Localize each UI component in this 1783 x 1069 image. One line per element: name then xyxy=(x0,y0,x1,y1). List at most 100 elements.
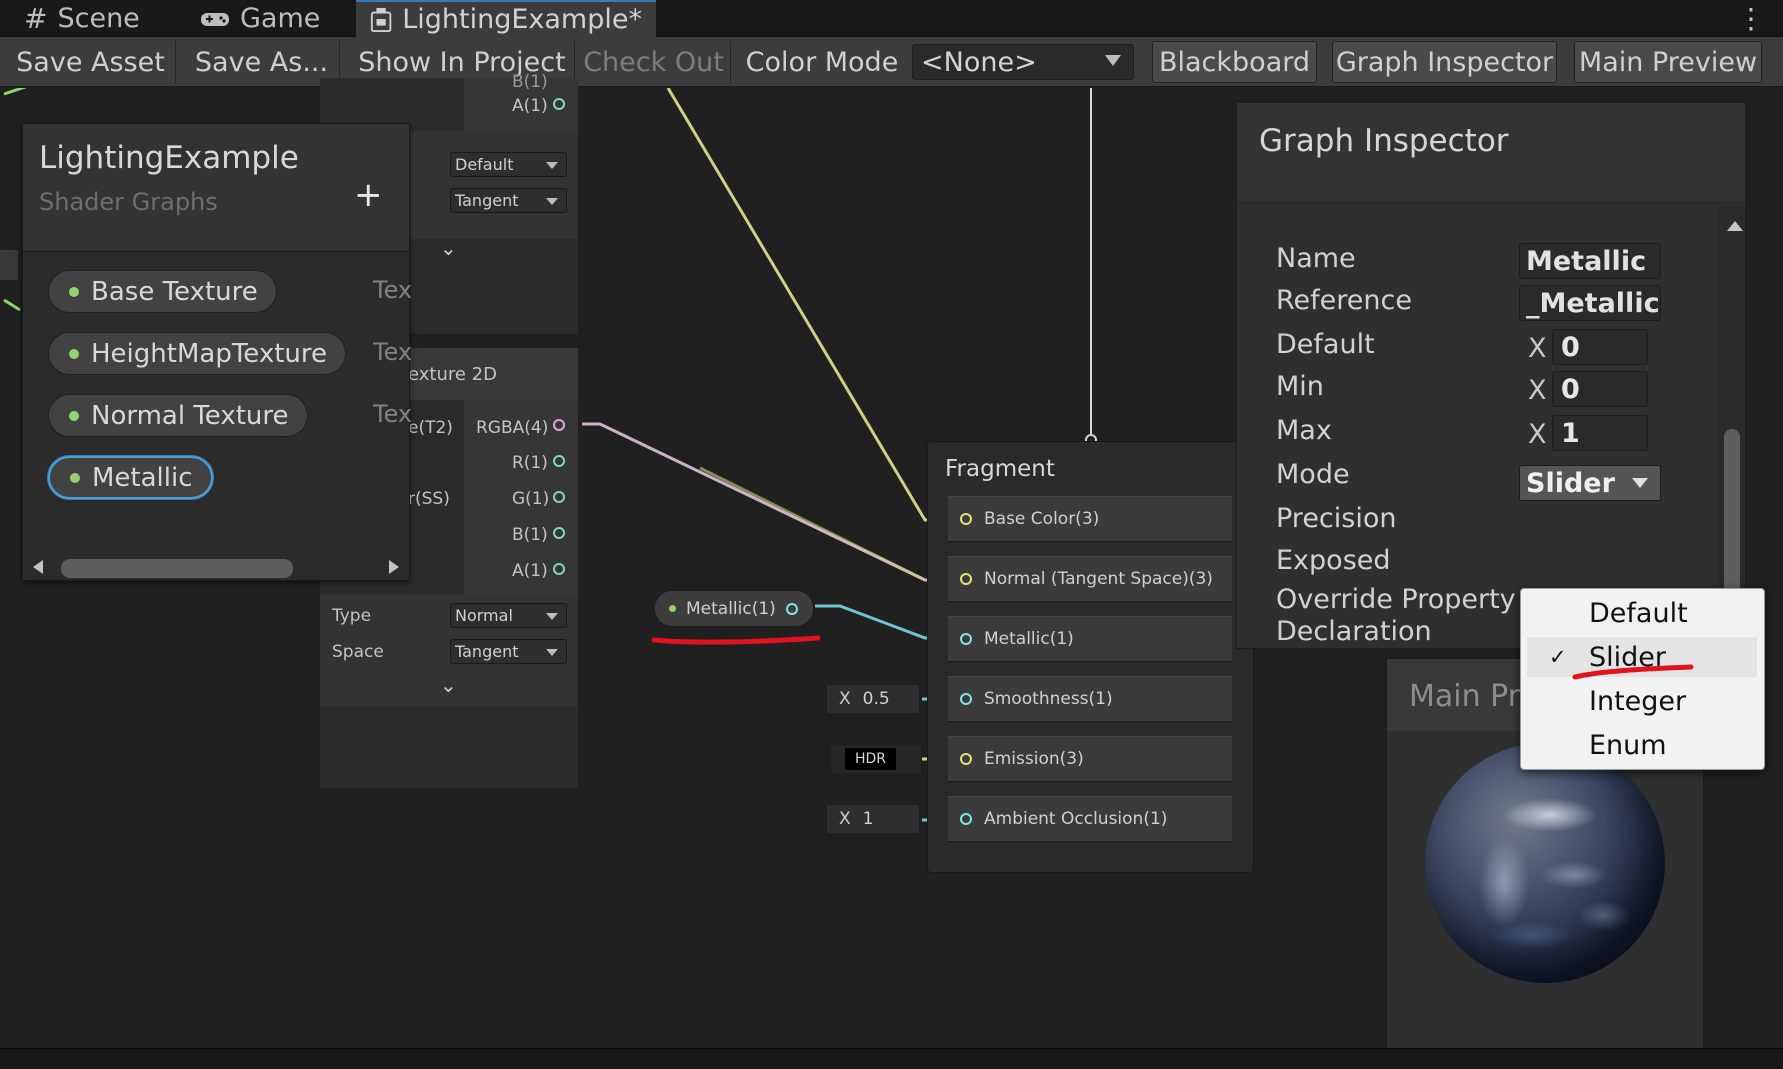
chevron-down-icon xyxy=(546,198,558,205)
port-a[interactable] xyxy=(553,563,565,575)
name-field[interactable]: Metallic xyxy=(1519,243,1661,279)
scrollbar-thumb[interactable] xyxy=(61,559,293,578)
tab-scene[interactable]: # Scene xyxy=(10,0,154,37)
scroll-up-icon[interactable] xyxy=(1727,221,1743,231)
texture-dropdown-tangent-value: Tangent xyxy=(455,191,519,210)
annotation-underline-node xyxy=(651,635,821,645)
main-preview-toggle-button[interactable]: Main Preview xyxy=(1574,41,1762,83)
space-dropdown[interactable]: Tangent xyxy=(450,639,567,664)
slot-normal[interactable]: Normal (Tangent Space)(3) xyxy=(948,556,1232,602)
port-rgba[interactable] xyxy=(553,419,565,431)
property-dot-icon xyxy=(69,348,79,359)
tab-lighting-example[interactable]: LightingExample* xyxy=(356,0,656,37)
mode-option-default[interactable]: Default xyxy=(1527,593,1757,633)
mode-option-integer[interactable]: Integer xyxy=(1527,681,1757,721)
blackboard-horizontal-scrollbar[interactable] xyxy=(25,554,407,580)
tab-game-label: Game xyxy=(240,3,321,34)
blackboard-subtitle: Shader Graphs xyxy=(39,188,218,216)
property-metallic[interactable]: Metallic xyxy=(48,456,213,499)
reference-field[interactable]: _Metallic xyxy=(1519,285,1661,321)
port-base-color[interactable] xyxy=(960,513,972,525)
precision-label: Precision xyxy=(1276,503,1397,534)
save-asset-button[interactable]: Save Asset xyxy=(6,41,176,83)
grid-hash-icon: # xyxy=(24,2,48,35)
slot-label: Ambient Occlusion(1) xyxy=(984,809,1168,829)
port-a-top[interactable] xyxy=(553,98,565,110)
add-property-button[interactable]: + xyxy=(354,178,383,212)
mode-label: Mode xyxy=(1276,459,1350,490)
texture-dropdown-default-value: Default xyxy=(455,155,514,174)
check-out-button: Check Out xyxy=(577,41,731,83)
more-options-icon[interactable]: ⋮ xyxy=(1737,2,1765,35)
mode-dropdown-value: Slider xyxy=(1526,467,1615,499)
gamepad-icon xyxy=(201,12,229,26)
exposed-label: Exposed xyxy=(1276,545,1391,576)
default-value-field[interactable]: 0 xyxy=(1552,329,1648,365)
blackboard-title: LightingExample xyxy=(39,140,299,176)
port-label-b-partial: B(1) xyxy=(512,72,548,92)
wire-normal-tail xyxy=(699,466,926,582)
max-x-label: X xyxy=(1528,419,1547,450)
property-type-label: Tex xyxy=(373,400,413,428)
port-emission[interactable] xyxy=(960,753,972,765)
max-value-field[interactable]: 1 xyxy=(1552,415,1648,451)
texture-dropdown-tangent[interactable]: Tangent xyxy=(450,188,567,213)
property-heightmap-texture[interactable]: HeightMapTexture xyxy=(48,332,346,375)
slot-base-color[interactable]: Base Color(3) xyxy=(948,496,1232,542)
input-label-ss: r(SS) xyxy=(408,489,450,509)
slot-label: Smoothness(1) xyxy=(984,689,1113,709)
property-base-texture[interactable]: Base Texture xyxy=(48,270,277,313)
ao-default-field[interactable]: X 1 xyxy=(826,804,920,834)
chevron-down-icon xyxy=(546,613,558,620)
metallic-node-output-port[interactable] xyxy=(785,602,798,615)
slot-smoothness[interactable]: Smoothness(1) xyxy=(948,676,1232,722)
tab-game[interactable]: Game xyxy=(186,0,334,37)
fragment-context[interactable]: Fragment Base Color(3) Normal (Tangent S… xyxy=(927,441,1254,873)
name-label: Name xyxy=(1276,243,1356,274)
property-normal-texture[interactable]: Normal Texture xyxy=(48,394,308,437)
status-bar xyxy=(0,1048,1783,1069)
port-g[interactable] xyxy=(553,491,565,503)
slot-emission[interactable]: Emission(3) xyxy=(948,736,1232,782)
wire-normal xyxy=(582,422,940,582)
scroll-right-icon[interactable] xyxy=(389,560,399,574)
min-value-field[interactable]: 0 xyxy=(1552,371,1648,407)
inspector-scrollbar[interactable] xyxy=(1718,207,1745,647)
wire-base-color xyxy=(666,88,940,522)
scroll-left-icon[interactable] xyxy=(33,560,43,574)
texture-dropdown-default[interactable]: Default xyxy=(450,152,567,177)
tab-scene-label: Scene xyxy=(57,3,140,34)
shader-graph-icon xyxy=(370,7,392,32)
smoothness-value: 0.5 xyxy=(862,689,890,709)
emission-default-field[interactable]: HDR xyxy=(830,744,922,774)
port-ambient-occlusion[interactable] xyxy=(960,813,972,825)
port-r[interactable] xyxy=(553,455,565,467)
collapse-chevron-icon[interactable]: ⌄ xyxy=(440,236,457,260)
graph-canvas[interactable]: B(1) A(1) Default Tangent ⌄ exture 2D e(… xyxy=(0,72,1783,1061)
metallic-property-node[interactable]: Metallic(1) xyxy=(654,590,814,627)
color-mode-dropdown[interactable]: <None> xyxy=(912,44,1134,80)
max-label: Max xyxy=(1276,415,1332,446)
mode-dropdown[interactable]: Slider xyxy=(1519,465,1661,501)
graph-inspector-toggle-button[interactable]: Graph Inspector xyxy=(1332,41,1557,83)
port-normal[interactable] xyxy=(960,573,972,585)
reference-label: Reference xyxy=(1276,285,1412,316)
slot-ambient-occlusion[interactable]: Ambient Occlusion(1) xyxy=(948,796,1232,842)
port-b[interactable] xyxy=(553,527,565,539)
port-smoothness[interactable] xyxy=(960,693,972,705)
type-dropdown[interactable]: Normal xyxy=(450,603,567,628)
property-name: Base Texture xyxy=(91,276,258,307)
blackboard-panel: LightingExample Shader Graphs + Base Tex… xyxy=(22,123,413,581)
blackboard-toggle-button[interactable]: Blackboard xyxy=(1152,41,1317,83)
smoothness-default-field[interactable]: X 0.5 xyxy=(826,684,920,714)
port-metallic[interactable] xyxy=(960,633,972,645)
save-as-button[interactable]: Save As... xyxy=(184,41,340,83)
mode-option-enum[interactable]: Enum xyxy=(1527,725,1757,765)
output-label-r: R(1) xyxy=(512,453,548,473)
slot-metallic[interactable]: Metallic(1) xyxy=(948,616,1232,662)
collapse-chevron-icon[interactable]: ⌄ xyxy=(440,673,457,697)
default-x-label: X xyxy=(1528,333,1547,364)
property-dot-icon xyxy=(669,605,676,612)
type-label: Type xyxy=(332,606,372,626)
preview-sphere[interactable] xyxy=(1425,743,1665,983)
